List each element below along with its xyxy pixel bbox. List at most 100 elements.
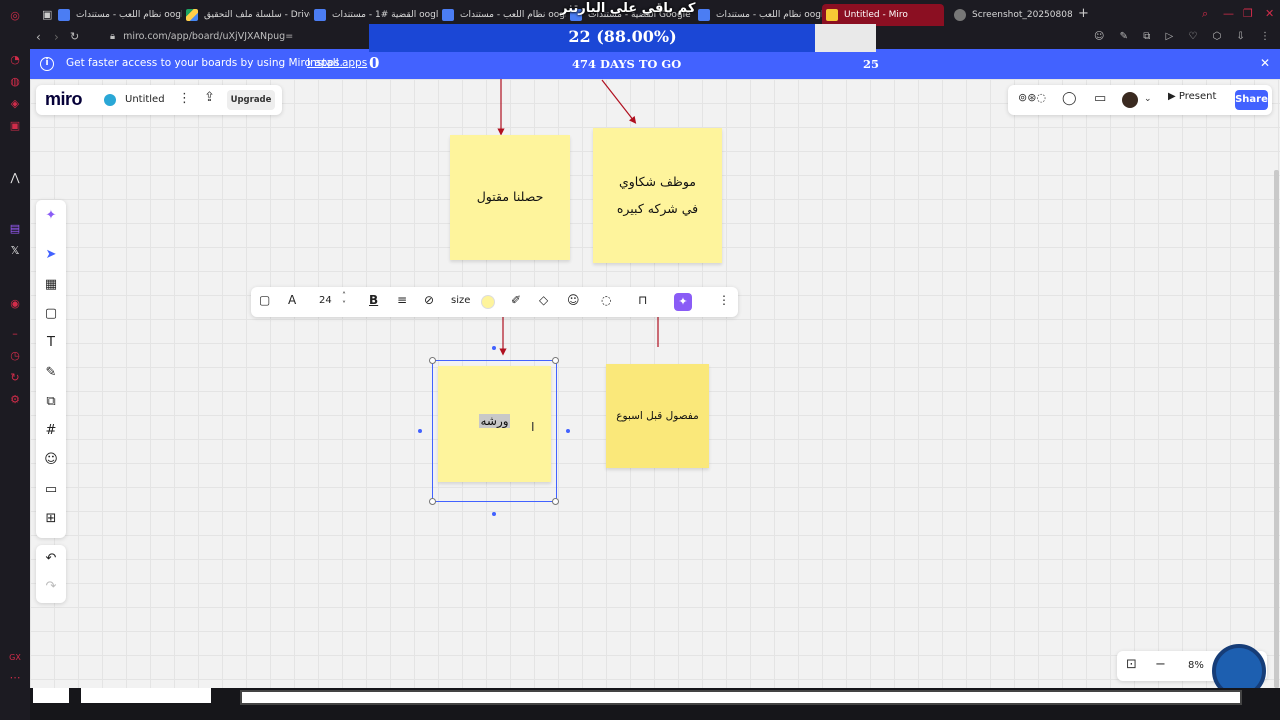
more-icon[interactable]: – xyxy=(7,326,23,342)
opera-logo-icon[interactable]: ◎ xyxy=(7,8,23,24)
resize-handle[interactable] xyxy=(552,498,559,505)
sticky-type-icon[interactable]: ▢ xyxy=(259,293,270,307)
sticky-text: حصلنا مقتول xyxy=(476,189,544,205)
tab-4[interactable]: نظام اللعب - مستندات oogle xyxy=(438,4,566,26)
ai-sparkle-icon[interactable]: ✦ xyxy=(42,207,60,225)
board-menu-icon[interactable]: ⋮ xyxy=(178,91,191,106)
resize-handle[interactable] xyxy=(429,357,436,364)
connection-point[interactable] xyxy=(492,512,496,516)
resize-handle[interactable] xyxy=(552,357,559,364)
present-button[interactable]: ▶ Present xyxy=(1168,91,1216,102)
aria-icon[interactable]: ◔ xyxy=(7,52,23,68)
reload-button[interactable]: ↻ xyxy=(70,30,79,43)
frame-tool-icon[interactable]: # xyxy=(42,422,60,440)
refresh-icon[interactable]: ↻ xyxy=(7,370,23,386)
extension-icons[interactable]: ☺ ✎ ⧉ ▷ ♡ ⬡ ⇩ ⋮ xyxy=(1094,31,1276,42)
share-button[interactable]: Share xyxy=(1235,90,1268,110)
new-tab-button[interactable]: + xyxy=(1078,6,1089,21)
sticky-note[interactable]: موظف شكاوي في شركه كبيره xyxy=(593,128,722,263)
sticky-note[interactable]: حصلنا مقتول xyxy=(450,135,570,260)
tab-6[interactable]: نظام اللعب - مستندات oogle xyxy=(694,4,822,26)
player-icon[interactable]: ◉ xyxy=(7,296,23,312)
settings-icon[interactable]: ⚙ xyxy=(7,392,23,408)
arc-icon[interactable]: ⋀ xyxy=(7,170,23,186)
comment-tool-icon[interactable]: ▭ xyxy=(42,481,60,499)
lock-icon[interactable]: ⊓ xyxy=(638,293,647,307)
tab-miro-active[interactable]: Untitled - Miro xyxy=(822,4,944,26)
connection-point[interactable] xyxy=(566,429,570,433)
x-icon[interactable]: 𝕏 xyxy=(7,243,23,259)
tag-icon[interactable]: ◇ xyxy=(539,293,548,307)
font-size-stepper[interactable]: ˄ ˅ xyxy=(342,291,346,309)
pen-tool-icon[interactable]: ✎ xyxy=(42,364,60,382)
messenger-icon[interactable]: ◍ xyxy=(7,74,23,90)
avatar[interactable] xyxy=(1122,92,1138,108)
pen-icon[interactable]: ✐ xyxy=(511,293,521,307)
overlay-days-to-go: 474 DAYS TO GO xyxy=(572,57,682,71)
emoji-tool-icon[interactable]: ☺ xyxy=(42,451,60,469)
mail-icon[interactable]: ▣ xyxy=(7,118,23,134)
back-button[interactable]: ‹ xyxy=(36,30,41,44)
export-icon[interactable]: ⇪ xyxy=(204,90,215,105)
video-icon[interactable]: ▭ xyxy=(1094,91,1106,106)
reaction-icon[interactable]: ☺ xyxy=(567,293,580,307)
resize-handle[interactable] xyxy=(429,498,436,505)
overlay-progress-bar: 22 (88.00%) xyxy=(369,24,876,52)
selection-frame[interactable] xyxy=(432,360,557,502)
fit-to-screen-icon[interactable]: ⊡ xyxy=(1126,657,1137,672)
color-picker[interactable] xyxy=(481,295,495,309)
font-size-input[interactable]: 24 xyxy=(319,295,332,306)
shapes-tool-icon[interactable]: ⧉ xyxy=(42,393,60,411)
tab-2[interactable]: سلسلة ملف التحقيق - Drive xyxy=(182,4,310,26)
text-tool-icon[interactable]: T xyxy=(42,334,60,352)
upgrade-button[interactable]: Upgrade xyxy=(227,90,275,110)
size-button[interactable]: size xyxy=(451,295,470,306)
more-options-icon[interactable]: ⋮ xyxy=(718,293,730,307)
sticky-note-tool-icon[interactable]: ▢ xyxy=(42,305,60,323)
board-header-panel: miro Untitled ⋮ ⇪ Upgrade xyxy=(36,85,282,115)
board-name[interactable]: Untitled xyxy=(125,94,165,105)
install-apps-link[interactable]: Install apps xyxy=(307,57,367,69)
miro-icon xyxy=(826,9,838,21)
select-tool-icon[interactable]: ➤ xyxy=(42,246,60,264)
ai-assist-icon[interactable]: ✦ xyxy=(674,293,692,311)
zoom-level[interactable]: 8% xyxy=(1188,660,1204,671)
reactions-icon[interactable]: ⊚⊛◌ xyxy=(1018,91,1046,104)
connection-point[interactable] xyxy=(492,346,496,350)
info-icon: i xyxy=(40,57,54,71)
chat-icon[interactable]: ◯ xyxy=(1062,91,1077,106)
redo-icon[interactable]: ↷ xyxy=(42,578,60,596)
twitch-icon[interactable]: ▤ xyxy=(7,221,23,237)
miro-logo[interactable]: miro xyxy=(45,89,83,110)
maximize-button[interactable]: ❐ xyxy=(1243,7,1253,20)
zoom-out-icon[interactable]: − xyxy=(1155,657,1166,672)
lock-icon: 🔒︎ xyxy=(110,31,116,42)
forward-button[interactable]: › xyxy=(54,30,59,44)
tab-8[interactable]: Screenshot_20250808_2 xyxy=(950,4,1072,26)
align-icon[interactable]: ≡ xyxy=(397,293,407,307)
sticky-note[interactable]: مفصول قبل اسبوع xyxy=(606,364,709,468)
sidebar-more-icon[interactable]: ⋯ xyxy=(7,670,23,686)
chevron-down-icon[interactable]: ⌄ xyxy=(1144,94,1152,104)
instagram-icon[interactable]: ◈ xyxy=(7,96,23,112)
tab-1[interactable]: نظام اللعب - مستندات oogle xyxy=(54,4,182,26)
connection-point[interactable] xyxy=(418,429,422,433)
vertical-scrollbar[interactable] xyxy=(1274,170,1279,688)
comment-icon[interactable]: ◌ xyxy=(601,293,611,307)
search-tabs-icon[interactable]: ⌕ xyxy=(1202,7,1208,21)
close-banner-icon[interactable]: ✕ xyxy=(1260,56,1270,70)
bold-icon[interactable]: B xyxy=(369,293,378,307)
add-more-icon[interactable]: ⊞ xyxy=(42,510,60,528)
play-icon: ▶ xyxy=(1168,91,1179,102)
tab-3[interactable]: القضية #1 - مستندات oogle xyxy=(310,4,438,26)
close-window-button[interactable]: ✕ xyxy=(1265,7,1274,20)
font-icon[interactable]: A xyxy=(288,293,296,307)
minimize-button[interactable]: — xyxy=(1223,7,1234,20)
gx-icon[interactable]: GX xyxy=(7,650,23,666)
link-icon[interactable]: ⊘ xyxy=(424,293,434,307)
templates-icon[interactable]: ▦ xyxy=(42,276,60,294)
undo-icon[interactable]: ↶ xyxy=(42,550,60,568)
url-field[interactable]: 🔒︎ miro.com/app/board/uXjVJXANpug= xyxy=(110,31,293,42)
creation-toolbar: ✦ ➤ ▦ ▢ T ✎ ⧉ # ☺ ▭ ⊞ xyxy=(36,200,66,538)
history-icon[interactable]: ◷ xyxy=(7,348,23,364)
